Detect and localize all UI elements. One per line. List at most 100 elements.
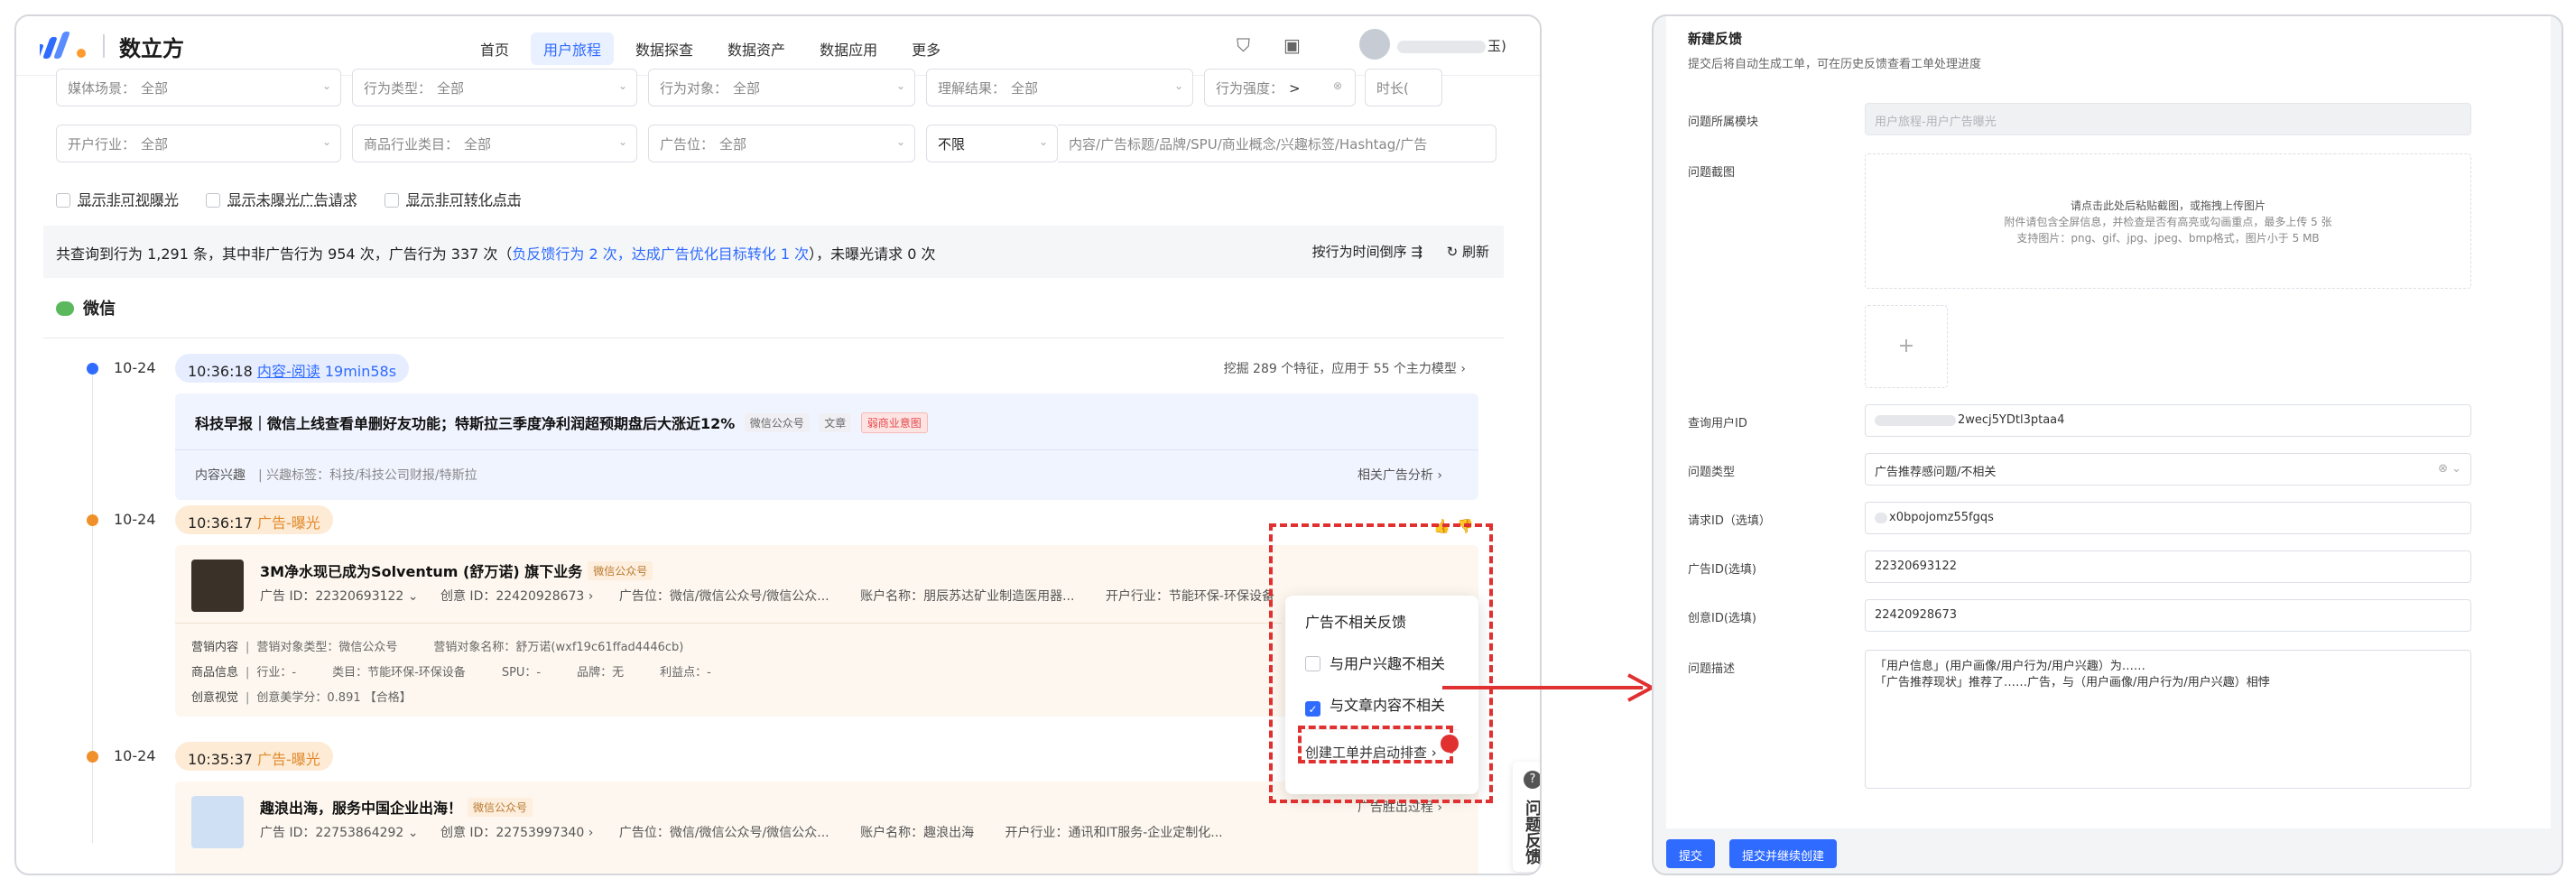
chevron-down-icon: ⌄ — [1038, 135, 1048, 148]
ad-title[interactable]: 3M净水现已成为Solventum (舒万诺) 旗下业务 — [260, 563, 582, 580]
checkbox-unexposed-requests[interactable]: 显示未曝光广告请求 — [206, 188, 357, 209]
chevron-down-icon: ⌄ — [617, 79, 627, 92]
module-field: 用户旅程-用户广告曝光 — [1865, 103, 2471, 135]
filter-account-industry[interactable]: 开户行业： 全部 ⌄ — [56, 125, 341, 162]
label-creative-id: 创意ID(选填) — [1688, 612, 1756, 625]
annotation-dot — [1441, 735, 1459, 753]
label-screenshot: 问题截图 — [1688, 166, 1736, 180]
save-icon[interactable]: ▣ — [1283, 34, 1301, 56]
nav-data-explore[interactable]: 数据探查 — [623, 32, 706, 65]
chevron-down-icon: ⌄ — [895, 135, 905, 148]
screenshot-upload-area[interactable]: 请点击此处后粘贴截图，或拖拽上传图片 附件请包含全屏信息，并检查是否有高亮或勾画… — [1865, 153, 2471, 289]
tag-weak-intent: 弱商业意图 — [860, 412, 928, 433]
wechat-icon — [56, 301, 74, 316]
label-request-id: 请求ID（选填） — [1688, 514, 1771, 528]
filter-ad-placement[interactable]: 广告位： 全部 ⌄ — [648, 125, 915, 162]
related-ad-analysis-link[interactable]: 相关广告分析 › — [1357, 466, 1442, 484]
filter-behavior-type[interactable]: 行为类型： 全部 ⌄ — [352, 69, 637, 106]
ad-account: 账户名称：趣浪出海 — [860, 826, 975, 840]
filter-behavior-object[interactable]: 行为对象： 全部 ⌄ — [648, 69, 915, 106]
ad-title-row: 3M净水现已成为Solventum (舒万诺) 旗下业务 微信公众号 — [260, 560, 653, 581]
ad-industry: 开户行业：通讯和IT服务-企业定制化... — [1005, 826, 1223, 840]
form-subtitle: 提交后将自动生成工单，可在历史反馈查看工单处理进度 — [1688, 58, 1982, 71]
sort-icon: ⇶ — [1411, 244, 1422, 260]
refresh-icon: ↻ — [1446, 244, 1459, 260]
checkbox-nonvisible-exposure[interactable]: 显示非可视曝光 — [56, 188, 179, 209]
nav-home[interactable]: 首页 — [468, 32, 522, 65]
summary-bar: 共查询到行为 1,291 条，其中非广告行为 954 次，广告行为 337 次（… — [43, 226, 1504, 278]
question-icon: ? — [1524, 771, 1540, 789]
app-name: 数立方 — [119, 36, 184, 61]
filter-intensity[interactable]: 行为强度： > ⊗ — [1204, 69, 1356, 106]
submit-continue-button[interactable]: 提交并继续创建 — [1729, 839, 1838, 868]
add-image-button[interactable]: + — [1865, 305, 1948, 388]
nav-data-assets[interactable]: 数据资产 — [715, 32, 798, 65]
search-input[interactable]: 内容/广告标题/品牌/SPU/商业概念/兴趣标签/Hashtag/广告 — [1058, 125, 1496, 162]
content-title-row: 科技早报｜微信上线查看单删好友功能；特斯拉三季度净利润超预期盘后大涨近12% 微… — [195, 412, 928, 433]
chevron-down-icon: ⌄ — [1173, 79, 1183, 92]
filter-product-category[interactable]: 商品行业类目： 全部 ⌄ — [352, 125, 637, 162]
journey-window: 数立方 首页 用户旅程 数据探查 数据资产 数据应用 更多 ⛉ ▣ 玉) 媒体场… — [14, 14, 1542, 875]
timeline-dot — [87, 363, 98, 375]
filter-media-scene[interactable]: 媒体场景： 全部 ⌄ — [56, 69, 341, 106]
issue-type-select[interactable]: 广告推荐感问题/不相关 ⊗ ⌄ — [1865, 453, 2471, 486]
tag-wechat-official: 微信公众号 — [744, 413, 810, 432]
chevron-down-icon: ⌄ — [321, 135, 331, 148]
section-wechat: 微信 — [56, 296, 116, 319]
creative-id-field[interactable]: 22420928673 — [1865, 599, 2471, 632]
ad-placement: 广告位：微信/微信公众号/微信公众... — [618, 589, 829, 604]
nav-data-apps[interactable]: 数据应用 — [807, 32, 890, 65]
filter-duration[interactable]: 时长( — [1365, 69, 1442, 106]
event-date: 10-24 — [114, 747, 156, 764]
top-header: 数立方 首页 用户旅程 数据探查 数据资产 数据应用 更多 ⛉ ▣ 玉) — [16, 16, 1540, 76]
logo-separator — [103, 34, 105, 58]
summary-text: 共查询到行为 1,291 条，其中非广告行为 954 次，广告行为 337 次（ — [56, 245, 513, 263]
ad-detail-rows: 营销内容 | 营销对象类型：微信公众号 营销对象名称：舒万诺(wxf19c61ffad… — [191, 635, 711, 711]
user-name[interactable]: 玉) — [1397, 36, 1506, 55]
label-description: 问题描述 — [1688, 662, 1736, 676]
sort-button[interactable]: 按行为时间倒序 ⇶ — [1312, 242, 1422, 261]
product-info-row: 商品信息 | 行业：- 类目：节能环保-环保设备 SPU：- 品牌：无 利益点：- — [191, 666, 711, 680]
ad-account: 账户名称：朋辰苏达矿业制造医用器... — [860, 589, 1075, 604]
ad-title[interactable]: 趣浪出海，服务中国企业出海！ — [260, 800, 462, 817]
summary-suffix: ），未曝光请求 0 次 — [809, 245, 936, 263]
summary-link[interactable]: 负反馈行为 2 次，达成广告优化目标转化 1 次 — [512, 245, 809, 263]
ad-id[interactable]: 广告 ID：22320693122 — [260, 589, 403, 604]
user-id-field[interactable]: 2wecj5YDtl3ptaa4 — [1865, 404, 2471, 437]
ad-id-field[interactable]: 22320693122 — [1865, 550, 2471, 583]
timeline-dot — [87, 514, 98, 526]
ad-placement: 广告位：微信/微信公众号/微信公众... — [618, 826, 829, 840]
event-date: 10-24 — [114, 359, 156, 376]
ad-thumbnail — [191, 796, 244, 848]
description-textarea[interactable]: 「用户信息」(用户画像/用户行为/用户兴趣）为…… 「广告推荐现状」推荐了……广… — [1865, 650, 2471, 789]
event-date: 10-24 — [114, 511, 156, 528]
creative-visual-row: 创意视觉 | 创意美学分：0.891 【合格】 — [191, 691, 412, 705]
avatar[interactable] — [1359, 29, 1390, 60]
tag-wechat-official: 微信公众号 — [468, 798, 533, 817]
ad-id[interactable]: 广告 ID：22753864292 — [260, 826, 403, 840]
feature-mining-link[interactable]: 挖掘 289 个特征，应用于 55 个主力模型 › — [1224, 359, 1466, 377]
label-module: 问题所属模块 — [1688, 116, 1759, 129]
ad-title-row: 趣浪出海，服务中国企业出海！ 微信公众号 — [260, 796, 533, 818]
form-title: 新建反馈 — [1688, 31, 1743, 47]
shield-icon[interactable]: ⛉ — [1237, 34, 1250, 56]
content-title[interactable]: 科技早报｜微信上线查看单删好友功能；特斯拉三季度净利润超预期盘后大涨近12% — [195, 415, 735, 432]
creative-id[interactable]: 创意 ID：22420928673 — [440, 589, 584, 604]
checkbox-nonconvertible-clicks[interactable]: 显示非可转化点击 — [385, 188, 522, 209]
request-id-field[interactable]: x0bpojomz55fgqs — [1865, 502, 2471, 534]
submit-button[interactable]: 提交 — [1666, 839, 1716, 868]
chevron-down-icon: ⌄ — [895, 79, 905, 92]
nav-user-journey[interactable]: 用户旅程 — [531, 32, 615, 65]
marketing-content-row: 营销内容 | 营销对象类型：微信公众号 营销对象名称：舒万诺(wxf19c61ffad… — [191, 641, 684, 654]
nav-more[interactable]: 更多 — [899, 32, 953, 65]
journey-main: 媒体场景： 全部 ⌄ 行为类型： 全部 ⌄ 行为对象： 全部 ⌄ 理解结果： 全部 ⌄ 行为强度… — [43, 69, 1540, 874]
clear-icon: ⊗ ⌄ — [2438, 462, 2461, 476]
ad-meta-row: 广告 ID：22320693122 ⌄ 创意 ID：22420928673 › … — [260, 589, 1274, 604]
filter-understanding[interactable]: 理解结果： 全部 ⌄ — [926, 69, 1193, 106]
main-nav: 首页 用户旅程 数据探查 数据资产 数据应用 更多 — [468, 32, 953, 65]
timeline-line — [92, 374, 93, 843]
creative-id[interactable]: 创意 ID：22753997340 — [440, 826, 584, 840]
filter-limit-select[interactable]: 不限 ⌄ — [926, 125, 1058, 162]
refresh-button[interactable]: ↻ 刷新 — [1447, 242, 1489, 261]
event-time-pill: 10:36:18 内容-阅读 19min58s — [175, 354, 410, 383]
